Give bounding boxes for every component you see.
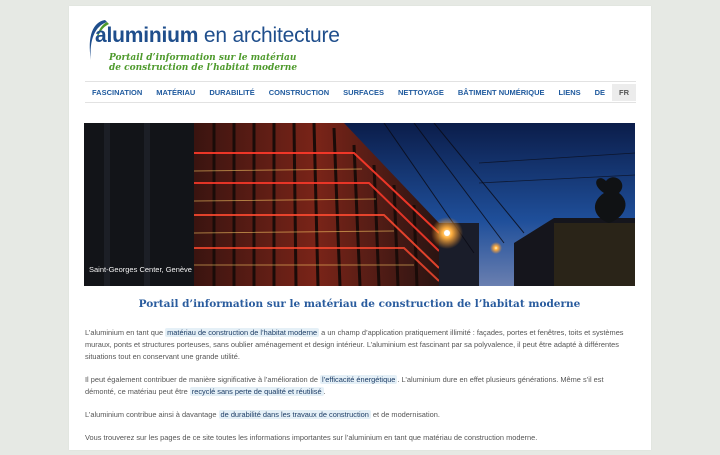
page-headline: Portail d’information sur le matériau de… [138,298,581,310]
nav-item-nettoyage[interactable]: NETTOYAGE [391,84,451,101]
nav-item-surfaces[interactable]: SURFACES [336,84,391,101]
p2-text-a: Il peut également contribuer de manière … [85,375,318,384]
link-durabilite[interactable]: de durabilité dans les travaux de constr… [218,410,371,419]
nav-item-batiment-numerique[interactable]: BÂTIMENT NUMÉRIQUE [451,84,552,101]
page-container: aluminium en architecture Portail d’info… [69,6,651,450]
paragraph-3: L’aluminium contribue ainsi à davantage … [85,409,635,421]
nav-item-lang-fr[interactable]: FR [612,83,637,101]
p3-text-a: L’aluminium contribue ainsi à davantage [85,410,217,419]
nav-item-lang-de[interactable]: DE [588,84,612,101]
logo-subtitle-line1: Portail d’information sur le matériau [109,53,297,63]
logo-subtitle-line2: de construction de l’habitat moderne [109,63,298,73]
p1-text-a: L’aluminium en tant que [85,328,164,337]
paragraph-1: L’aluminium en tant que matériau de cons… [85,327,635,363]
logo-title-rest: en architecture [203,24,340,47]
paragraph-2: Il peut également contribuer de manière … [85,374,635,398]
main-content: L’aluminium en tant que matériau de cons… [85,327,635,455]
p2-text-c: . [323,387,326,396]
p3-text-b: et de modernisation. [372,410,440,419]
nav-item-durabilite[interactable]: DURABILITÉ [202,84,261,101]
nav-item-liens[interactable]: LIENS [552,84,588,101]
logo-title-bold: aluminium [95,24,199,47]
main-navigation: FASCINATION MATÉRIAU DURABILITÉ CONSTRUC… [85,81,637,103]
paragraph-4: Vous trouverez sur les pages de ce site … [85,433,538,442]
nav-item-fascination[interactable]: FASCINATION [85,84,149,101]
nav-item-materiau[interactable]: MATÉRIAU [149,84,202,101]
logo-title: aluminium en architecture [95,24,340,48]
hero-caption: Saint-Georges Center, Genève [89,265,192,274]
hero-image: Saint-Georges Center, Genève [84,123,635,286]
link-recycle[interactable]: recyclé sans perte de qualité et réutili… [189,387,324,396]
site-logo[interactable]: aluminium en architecture Portail d’info… [83,16,383,78]
hero-building-photo [84,123,635,286]
link-materiau-construction[interactable]: matériau de construction de l’habitat mo… [165,328,320,337]
nav-item-construction[interactable]: CONSTRUCTION [262,84,336,101]
link-efficacite-energetique[interactable]: l’efficacité énergétique [320,375,398,384]
